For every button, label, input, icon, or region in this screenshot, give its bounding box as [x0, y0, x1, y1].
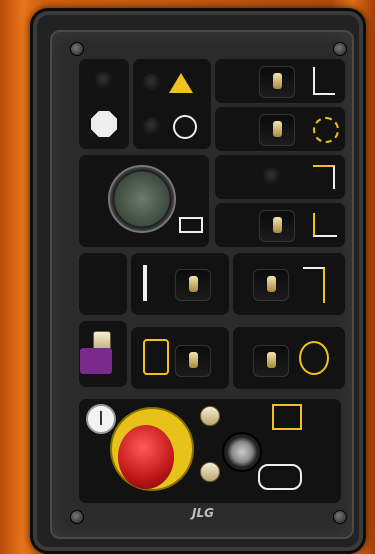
indicator-light: [95, 71, 113, 89]
toggle-switch[interactable]: [259, 66, 295, 98]
toggle-switch[interactable]: [253, 269, 289, 301]
control-row: [214, 106, 346, 152]
control-row: [214, 154, 346, 200]
toggle-switch[interactable]: [259, 114, 295, 146]
blank-panel: [78, 252, 128, 316]
lock-icon: [80, 348, 112, 374]
key-switch[interactable]: [222, 432, 262, 472]
screw: [333, 510, 347, 524]
screw: [70, 42, 84, 56]
ground-control-icon: [258, 464, 302, 490]
toggle-switch[interactable]: [259, 210, 295, 242]
rotate-control-panel: [232, 326, 346, 390]
lift-control-panel: [130, 252, 230, 316]
control-row: [214, 58, 346, 104]
swing-control-panel: [232, 252, 346, 316]
warning-triangle-icon: [169, 73, 193, 93]
selector-knob[interactable]: [200, 406, 220, 426]
boom-icon: [313, 165, 335, 189]
toggle-switch[interactable]: [175, 345, 211, 377]
power-icon: [86, 404, 116, 434]
hour-meter-gauge: [108, 165, 176, 233]
emergency-stop-button[interactable]: [118, 425, 174, 489]
indicator-panel-warning: [132, 58, 212, 150]
warning-light: [143, 73, 161, 91]
jib-lift-icon: [313, 67, 335, 95]
brand-label: JLG: [192, 506, 214, 520]
control-row: [214, 202, 346, 248]
platform-rotate-icon: [299, 341, 329, 375]
selector-knob[interactable]: [200, 462, 220, 482]
boom-telescope-icon: [313, 213, 337, 237]
platform-icon: [272, 404, 302, 430]
drive-enable-panel: [130, 326, 230, 390]
drive-enable-icon: [143, 339, 169, 375]
screw: [70, 510, 84, 524]
indicator-light: [263, 167, 281, 185]
screw: [333, 42, 347, 56]
photo-stage: JLG: [0, 0, 375, 554]
engine-light: [143, 117, 161, 135]
engine-icon: [173, 115, 197, 139]
toggle-switch[interactable]: [175, 269, 211, 301]
indicator-panel-left: [78, 58, 130, 150]
battery-icon: [179, 217, 203, 233]
stop-octagon-icon: [91, 111, 117, 137]
platform-rotate-icon: [313, 117, 339, 143]
jib-swing-icon: [303, 267, 325, 303]
toggle-switch[interactable]: [253, 345, 289, 377]
lift-arrow-icon: [143, 265, 147, 301]
